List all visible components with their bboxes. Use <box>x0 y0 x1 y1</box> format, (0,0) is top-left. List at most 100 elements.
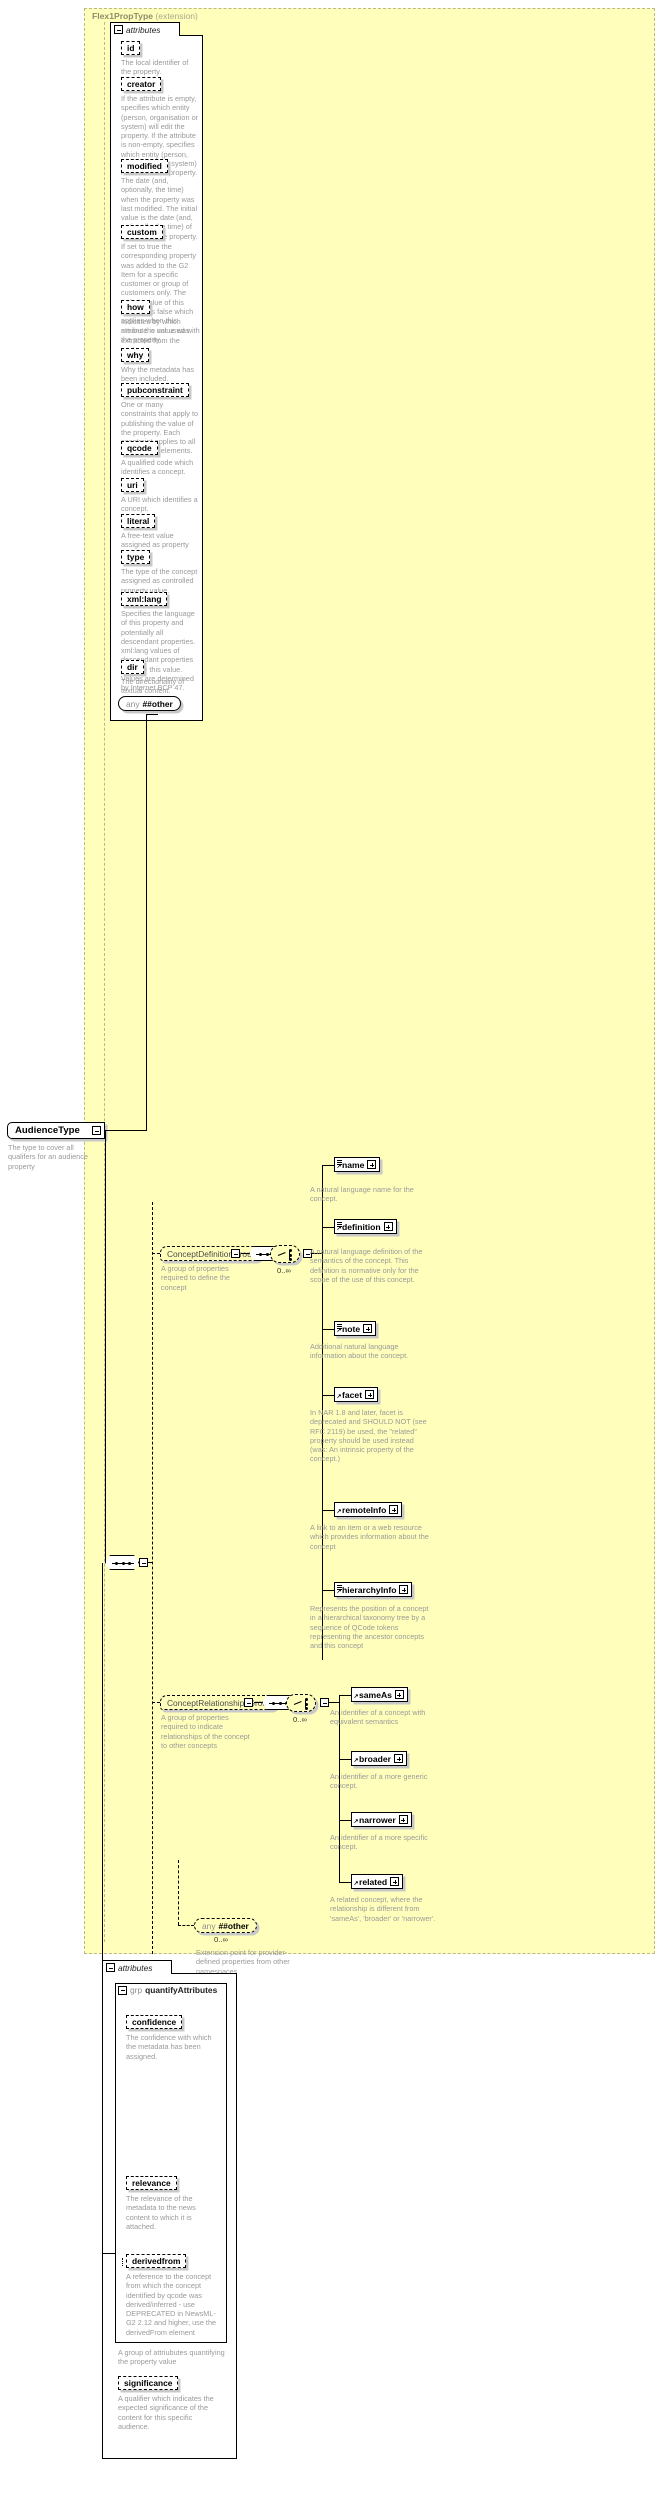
attribute-derivedfrom-doc: A reference to the concept from which th… <box>126 2272 217 2337</box>
attribute-label: custom <box>127 227 157 237</box>
element-label: name <box>342 1159 365 1170</box>
cardinality-any-extension: 0..∞ <box>214 1935 228 1944</box>
element-remoteinfo[interactable]: ↗ remoteInfo <box>334 1502 403 1517</box>
attribute-literal[interactable]: literal <box>121 514 156 528</box>
attribute-modified[interactable]: modified <box>121 159 168 173</box>
expand-plus-icon[interactable] <box>383 1222 393 1231</box>
element-label: remoteInfo <box>342 1504 387 1515</box>
attribute-label: type <box>127 552 145 562</box>
attribute-label: why <box>127 350 144 360</box>
connector-dashed <box>178 1925 194 1926</box>
attribute-qcode[interactable]: qcode <box>121 441 158 455</box>
expand-plus-icon[interactable] <box>399 1585 409 1594</box>
expand-plus-icon[interactable] <box>365 1390 375 1399</box>
detail-icon <box>336 1159 342 1165</box>
element-related[interactable]: ↗ related <box>351 1874 404 1889</box>
element-label: sameAs <box>359 1689 392 1700</box>
expand-plus-icon[interactable] <box>394 1754 403 1763</box>
element-label: facet <box>342 1389 363 1400</box>
sequence-connector-root[interactable] <box>105 1555 139 1570</box>
collapse-minus-icon[interactable] <box>231 1249 240 1258</box>
expand-plus-icon[interactable] <box>398 1815 408 1824</box>
attributes-label: attributes <box>126 24 161 35</box>
element-label: definition <box>342 1221 381 1232</box>
collapse-minus-icon[interactable] <box>244 1698 253 1707</box>
attribute-how[interactable]: how <box>121 300 150 314</box>
choice-connector-relationships[interactable] <box>286 1694 316 1712</box>
collapse-minus-icon[interactable] <box>118 1985 127 1995</box>
element-definition[interactable]: ↗ definition <box>334 1219 397 1234</box>
connector <box>322 1395 334 1396</box>
attribute-label: creator <box>127 79 156 89</box>
expand-plus-icon[interactable] <box>394 1690 404 1699</box>
attribute-significance-doc: A qualifier which indicates the expected… <box>118 2394 214 2431</box>
attribute-id-doc: The local identifier of the property. <box>121 58 189 77</box>
attribute-xml-lang[interactable]: xml:lang <box>121 592 168 606</box>
attribute-why[interactable]: why <box>121 348 150 362</box>
attributes-tab-bottom[interactable]: attributes <box>102 1960 172 1974</box>
attribute-pubconstraint[interactable]: pubconstraint <box>121 383 189 397</box>
attribute-creator[interactable]: creator <box>121 77 162 91</box>
expand-arrow-icon: ↗ <box>353 1694 359 1700</box>
expand-plus-icon[interactable] <box>363 1324 373 1333</box>
collapse-minus-icon[interactable] <box>92 1126 101 1135</box>
attributes-tab-top[interactable]: attributes <box>110 22 180 36</box>
expand-plus-icon[interactable] <box>367 1160 377 1169</box>
attribute-label: literal <box>127 516 150 526</box>
extension-type-kind: (extension) <box>155 11 198 21</box>
extension-title: Flex1PropType (extension) <box>92 11 198 21</box>
element-name[interactable]: ↗ name <box>334 1157 381 1172</box>
attribute-confidence[interactable]: confidence <box>126 2015 183 2029</box>
expand-arrow-icon: ↗ <box>336 1509 342 1515</box>
attribute-label: significance <box>124 2378 173 2388</box>
element-sameas[interactable]: ↗ sameAs <box>351 1687 408 1702</box>
detail-icon <box>336 1323 342 1329</box>
attribute-relevance[interactable]: relevance <box>126 2176 177 2190</box>
expand-plus-icon[interactable] <box>389 1505 399 1514</box>
connector-dashed <box>152 1702 160 1703</box>
element-note[interactable]: ↗ note <box>334 1321 377 1336</box>
element-facet[interactable]: ↗ facet <box>334 1387 379 1402</box>
connector <box>102 2253 116 2254</box>
connector <box>146 714 147 1131</box>
sequence-icon <box>112 1561 134 1565</box>
group-conceptrelationshipsgroup-doc: A group of properties required to indica… <box>161 1713 250 1750</box>
extension-type-name: Flex1PropType <box>92 11 153 21</box>
expand-plus-icon[interactable] <box>390 1877 400 1886</box>
attribute-label: modified <box>127 161 162 171</box>
type-node-label: AudienceType <box>15 1125 80 1136</box>
any-extension-doc: Extension point for provider-defined pro… <box>196 1948 290 1976</box>
expand-arrow-icon: ↗ <box>336 1164 342 1170</box>
element-narrower[interactable]: ↗ narrower <box>351 1812 412 1827</box>
element-label: broader <box>359 1753 391 1764</box>
attribute-uri[interactable]: uri <box>121 478 144 492</box>
quantify-attributes-header[interactable]: grp quantifyAttributes <box>115 1983 227 1997</box>
expand-arrow-icon: ↗ <box>336 1328 342 1334</box>
element-name-doc: A natural language name for the concept. <box>310 1185 414 1204</box>
connector <box>241 1253 249 1254</box>
detail-icon <box>336 1221 342 1227</box>
element-hierarchyinfo[interactable]: ↗ hierarchyInfo <box>334 1582 413 1597</box>
collapse-minus-icon[interactable] <box>320 1698 329 1707</box>
element-broader[interactable]: ↗ broader <box>351 1751 407 1766</box>
attribute-custom[interactable]: custom <box>121 225 163 239</box>
element-label: narrower <box>359 1814 396 1825</box>
attribute-significance[interactable]: significance <box>118 2376 179 2390</box>
choice-connector-definition[interactable] <box>270 1245 300 1263</box>
attribute-dir-doc: The directionality of textual content. <box>121 677 185 696</box>
element-note-doc: Additional natural language information … <box>310 1342 409 1361</box>
attribute-label: uri <box>127 480 138 490</box>
collapse-minus-icon[interactable] <box>106 1963 115 1972</box>
element-label: hierarchyInfo <box>342 1584 397 1595</box>
attribute-derivedfrom[interactable]: derivedfrom <box>121 2254 187 2268</box>
attributes-label: attributes <box>118 1962 153 1973</box>
type-node-audiencetype[interactable]: AudienceType <box>7 1122 105 1139</box>
any-other-extension[interactable]: any ##other <box>194 1918 257 1933</box>
attribute-type[interactable]: type <box>121 550 151 564</box>
any-other-attribute[interactable]: any ##other <box>118 696 181 711</box>
collapse-minus-icon[interactable] <box>114 25 123 34</box>
element-sameas-doc: An identifier of a concept with equivale… <box>330 1708 426 1727</box>
expand-arrow-icon: ↗ <box>336 1589 342 1595</box>
attribute-dir[interactable]: dir <box>121 660 144 674</box>
attribute-id[interactable]: id <box>121 41 141 55</box>
